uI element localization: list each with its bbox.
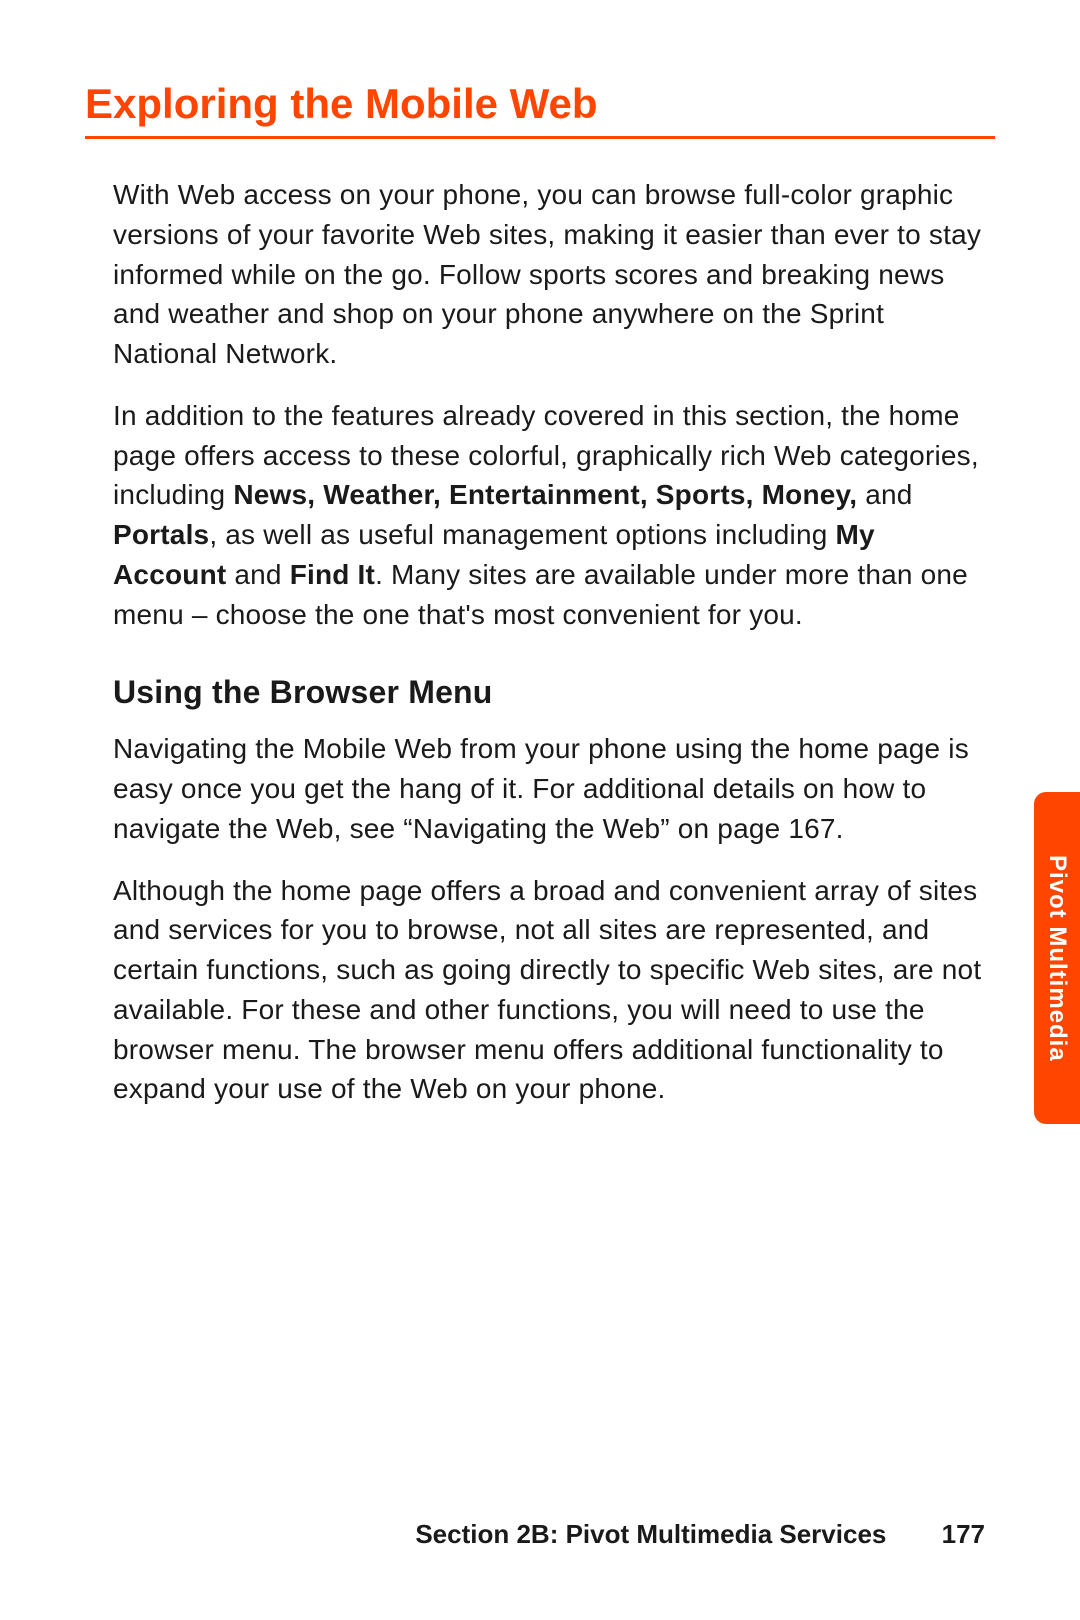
para2-text-c: , as well as useful management options i…	[209, 519, 835, 550]
footer-section-label: Section 2B: Pivot Multimedia Services	[415, 1519, 886, 1549]
browser-menu-heading: Using the Browser Menu	[85, 674, 995, 711]
para2-text-d: and	[226, 559, 289, 590]
section-tab-label: Pivot Multimedia	[1043, 855, 1071, 1062]
browser-paragraph-2: Although the home page offers a broad an…	[85, 871, 995, 1110]
intro-paragraph-1: With Web access on your phone, you can b…	[85, 175, 995, 374]
intro-paragraph-2: In addition to the features already cove…	[85, 396, 995, 635]
para2-bold-categories: News, Weather, Entertainment, Sports, Mo…	[233, 479, 857, 510]
browser-paragraph-1: Navigating the Mobile Web from your phon…	[85, 729, 995, 848]
page-content: Exploring the Mobile Web With Web access…	[0, 0, 1080, 1109]
para2-text-b: and	[857, 479, 912, 510]
page-footer: Section 2B: Pivot Multimedia Services 17…	[415, 1519, 985, 1550]
page-title: Exploring the Mobile Web	[85, 80, 995, 139]
footer-page-number: 177	[942, 1519, 985, 1549]
para2-bold-findit: Find It	[290, 559, 375, 590]
section-tab: Pivot Multimedia	[1034, 792, 1080, 1124]
para2-bold-portals: Portals	[113, 519, 209, 550]
